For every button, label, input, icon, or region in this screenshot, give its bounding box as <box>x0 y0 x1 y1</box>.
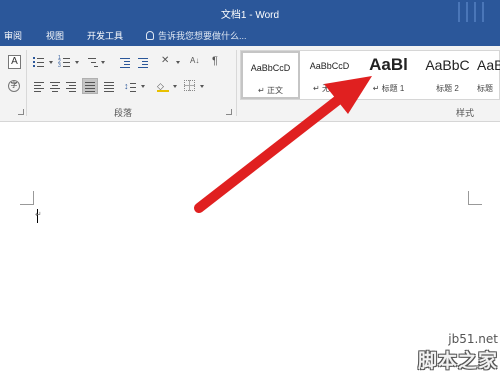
chevron-down-icon[interactable] <box>200 85 204 88</box>
paragraph-dialog-launcher-icon[interactable] <box>226 109 232 115</box>
style-heading-2[interactable]: AaBbC 标题 2 <box>418 51 477 99</box>
align-center-icon[interactable] <box>48 80 62 92</box>
tab-developer[interactable]: 开发工具 <box>87 29 123 42</box>
style-name: ↵ 标题 1 <box>372 84 405 93</box>
align-right-icon[interactable] <box>64 80 78 92</box>
tab-review[interactable]: 审阅 <box>4 29 22 42</box>
distributed-icon[interactable] <box>102 80 116 92</box>
chevron-down-icon[interactable] <box>75 61 79 64</box>
enclose-characters-button[interactable]: 字 <box>8 80 20 92</box>
bullets-icon[interactable] <box>32 56 46 68</box>
ribbon: A 字 123 ✕ A↓ ¶ ↕ ◇ 段落 AaBbCcD ↵ 正文 AaBbC… <box>0 46 500 122</box>
style-name: ↵ 正文 <box>258 86 283 95</box>
multilevel-list-icon[interactable] <box>84 56 98 68</box>
increase-indent-icon[interactable] <box>136 56 150 68</box>
paragraph-mark-icon: ↵ <box>372 84 380 93</box>
watermark-site: jb51.net <box>448 332 498 346</box>
style-sample: AaBbC <box>425 57 470 73</box>
show-marks-icon[interactable]: ¶ <box>210 55 224 67</box>
style-name: ↵ 无间隔 <box>313 84 346 93</box>
style-title[interactable]: AaB 标题 <box>477 51 500 99</box>
chevron-down-icon[interactable] <box>176 61 180 64</box>
align-left-icon[interactable] <box>32 80 46 92</box>
style-sample: AaBl <box>369 55 408 74</box>
style-sample: AaB <box>477 57 500 73</box>
title-bar-decoration <box>454 0 490 24</box>
line-spacing-icon[interactable]: ↕ <box>124 80 138 92</box>
tell-me-box[interactable]: 告诉我您想要做什么... <box>146 29 247 42</box>
window-title: 文档1 - Word <box>220 10 280 21</box>
style-name: 标题 2 <box>436 84 459 93</box>
styles-group-label: 样式 <box>456 108 475 118</box>
shading-icon[interactable]: ◇ <box>156 80 170 92</box>
tab-view[interactable]: 视图 <box>46 29 64 42</box>
style-sample: AaBbCcD <box>309 61 350 71</box>
numbering-icon[interactable]: 123 <box>58 56 72 69</box>
borders-icon[interactable] <box>183 80 197 92</box>
chevron-down-icon[interactable] <box>101 61 105 64</box>
style-sample: AaBbCcD <box>250 63 291 73</box>
decrease-indent-icon[interactable] <box>118 56 132 68</box>
group-separator <box>26 50 27 116</box>
style-name: 标题 <box>477 84 493 93</box>
style-normal[interactable]: AaBbCcD ↵ 正文 <box>241 51 300 99</box>
sort-icon[interactable]: A↓ <box>190 55 204 67</box>
group-separator <box>236 50 237 116</box>
paragraph-mark-icon: ↵ <box>313 84 320 93</box>
lightbulb-icon <box>146 31 154 40</box>
text-effects-button[interactable]: A <box>8 55 21 69</box>
chinese-layout-icon[interactable]: ✕ <box>160 55 174 67</box>
ribbon-tab-bar: 审阅 视图 开发工具 告诉我您想要做什么... <box>0 24 500 46</box>
paragraph-mark-icon: ↵ <box>258 86 265 95</box>
justify-icon <box>83 80 97 92</box>
paragraph-mark: ↵ <box>35 210 42 219</box>
styles-gallery: AaBbCcD ↵ 正文 AaBbCcD ↵ 无间隔 AaBl ↵ 标题 1 A… <box>240 50 500 100</box>
paragraph-group-label: 段落 <box>114 108 133 118</box>
watermark: jb51.net 脚本之家 <box>418 332 498 373</box>
style-no-spacing[interactable]: AaBbCcD ↵ 无间隔 <box>300 51 359 99</box>
chevron-down-icon[interactable] <box>141 85 145 88</box>
title-bar: 文档1 - Word <box>0 0 500 24</box>
font-dialog-launcher-icon[interactable] <box>18 109 24 115</box>
chevron-down-icon[interactable] <box>49 61 53 64</box>
watermark-name: 脚本之家 <box>417 350 498 372</box>
chevron-down-icon[interactable] <box>173 85 177 88</box>
style-heading-1[interactable]: AaBl ↵ 标题 1 <box>359 51 418 99</box>
tell-me-text: 告诉我您想要做什么... <box>158 31 247 41</box>
